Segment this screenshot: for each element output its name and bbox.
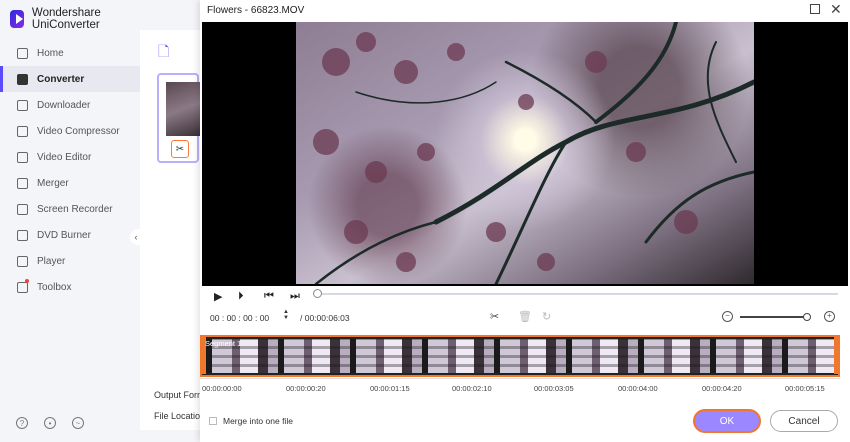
ruler-label: 00:00:04:00 (618, 384, 658, 393)
file-thumbnail (166, 82, 200, 136)
segment-label: Segment 1 (205, 339, 242, 348)
playback-controls: ▶ ⏵ ⏮ ⏭ (200, 286, 850, 306)
blossom-branches (313, 22, 754, 284)
ruler-label: 00:00:04:20 (702, 384, 742, 393)
grid-icon (17, 281, 28, 293)
maximize-icon[interactable] (810, 4, 820, 14)
bell-icon[interactable]: • (44, 417, 56, 429)
ruler-label: 00:00:05:15 (785, 384, 825, 393)
ok-button[interactable]: OK (693, 409, 761, 433)
cut-scissors-icon[interactable]: ✂ (490, 310, 499, 323)
feedback-icon[interactable]: ~ (72, 417, 84, 429)
sidebar-item-label: DVD Burner (37, 229, 91, 241)
sidebar-item-video-compressor[interactable]: Video Compressor (0, 118, 140, 144)
skip-forward-icon[interactable]: ⏭ (290, 290, 300, 303)
sidebar-item-label: Screen Recorder (37, 203, 113, 215)
current-time-input[interactable]: 00 : 00 : 00 : 00 (210, 311, 280, 325)
app-window: Wondershare UniConverter Home Converter … (0, 0, 850, 442)
play-icon[interactable]: ▶ (214, 290, 222, 303)
add-file-icon[interactable]: 🗋 (158, 41, 178, 59)
sidebar-item-label: Downloader (37, 99, 91, 111)
sidebar-item-label: Video Editor (37, 151, 92, 163)
sidebar-item-player[interactable]: Player (0, 248, 140, 274)
sidebar-item-dvd-burner[interactable]: DVD Burner (0, 222, 140, 248)
zoom-slider[interactable] (740, 316, 808, 318)
zoom-out-icon[interactable]: − (722, 311, 733, 322)
sidebar-bottom-icons: ? • ~ (16, 417, 84, 429)
seek-handle[interactable] (313, 289, 322, 298)
sidebar-item-merger[interactable]: Merger (0, 170, 140, 196)
app-title: Wondershare UniConverter (31, 7, 101, 31)
sidebar-item-video-editor[interactable]: Video Editor (0, 144, 140, 170)
notification-dot (25, 279, 29, 283)
trim-scissors-icon[interactable]: ✂ (171, 140, 189, 158)
sidebar-item-home[interactable]: Home (0, 40, 140, 66)
time-stepper[interactable]: ▲ ▼ (283, 309, 289, 321)
help-icon[interactable]: ? (16, 417, 28, 429)
app-logo (10, 10, 24, 28)
sidebar-nav: Home Converter Downloader Video Compress… (0, 40, 140, 300)
seconds-field[interactable]: 00 (243, 313, 252, 323)
delete-icon[interactable]: 🗑 (518, 310, 532, 323)
scissors-icon (17, 151, 28, 163)
compress-icon (17, 125, 28, 137)
merge-icon (17, 177, 28, 189)
ruler-label: 00:00:00:00 (202, 384, 242, 393)
play-segment-icon[interactable]: ⏵ (238, 290, 244, 303)
home-icon (17, 47, 28, 59)
sidebar-item-label: Home (37, 47, 64, 59)
sidebar-item-converter[interactable]: Converter (0, 66, 140, 92)
merge-label[interactable]: Merge into one file (223, 416, 293, 426)
play-icon (17, 255, 28, 267)
zoom-in-icon[interactable]: + (824, 311, 835, 322)
video-preview-area (202, 22, 848, 286)
merge-checkbox[interactable] (209, 417, 217, 425)
sidebar-item-label: Video Compressor (37, 125, 120, 137)
trim-dialog: Flowers - 66823.MOV ✕ ▶ ⏵ ⏮ ⏭ 00: 00: … (200, 0, 850, 442)
seek-bar[interactable] (316, 293, 838, 295)
sidebar-item-screen-recorder[interactable]: Screen Recorder (0, 196, 140, 222)
sidebar-item-label: Converter (37, 73, 85, 85)
undo-icon[interactable]: ↻ (542, 310, 551, 323)
record-icon (17, 203, 28, 215)
cancel-button[interactable]: Cancel (770, 410, 838, 432)
duration-label: / 00:00:06:03 (300, 313, 350, 323)
timeline-ruler: 00:00:00:00 00:00:00:20 00:00:01:15 00:0… (200, 378, 840, 393)
brand: Wondershare UniConverter (10, 7, 140, 31)
download-icon (17, 99, 28, 111)
skip-back-icon[interactable]: ⏮ (264, 290, 274, 303)
zoom-slider-handle[interactable] (803, 313, 811, 321)
converter-icon (17, 73, 28, 85)
ruler-label: 00:00:03:05 (534, 384, 574, 393)
video-frame (296, 22, 754, 284)
sidebar-item-label: Player (37, 255, 66, 267)
sidebar-item-label: Merger (37, 177, 69, 189)
timeline-segment[interactable]: Segment 1 (200, 335, 840, 377)
frames-field[interactable]: 00 (260, 313, 269, 323)
ruler-label: 00:00:00:20 (286, 384, 326, 393)
dialog-title: Flowers - 66823.MOV (207, 5, 305, 16)
hours-field[interactable]: 00 (210, 313, 219, 323)
sidebar-item-toolbox[interactable]: Toolbox (0, 274, 140, 300)
close-icon[interactable]: ✕ (830, 1, 842, 18)
ruler-label: 00:00:01:15 (370, 384, 410, 393)
minutes-field[interactable]: 00 (227, 313, 236, 323)
disc-icon (17, 229, 28, 241)
sidebar-item-downloader[interactable]: Downloader (0, 92, 140, 118)
ruler-label: 00:00:02:10 (452, 384, 492, 393)
trim-handle-right[interactable] (834, 337, 838, 374)
sidebar-item-label: Toolbox (37, 281, 72, 293)
output-format-label: Output Form (154, 390, 205, 400)
sidebar: Wondershare UniConverter Home Converter … (0, 0, 142, 442)
timeline-texture (206, 339, 834, 373)
